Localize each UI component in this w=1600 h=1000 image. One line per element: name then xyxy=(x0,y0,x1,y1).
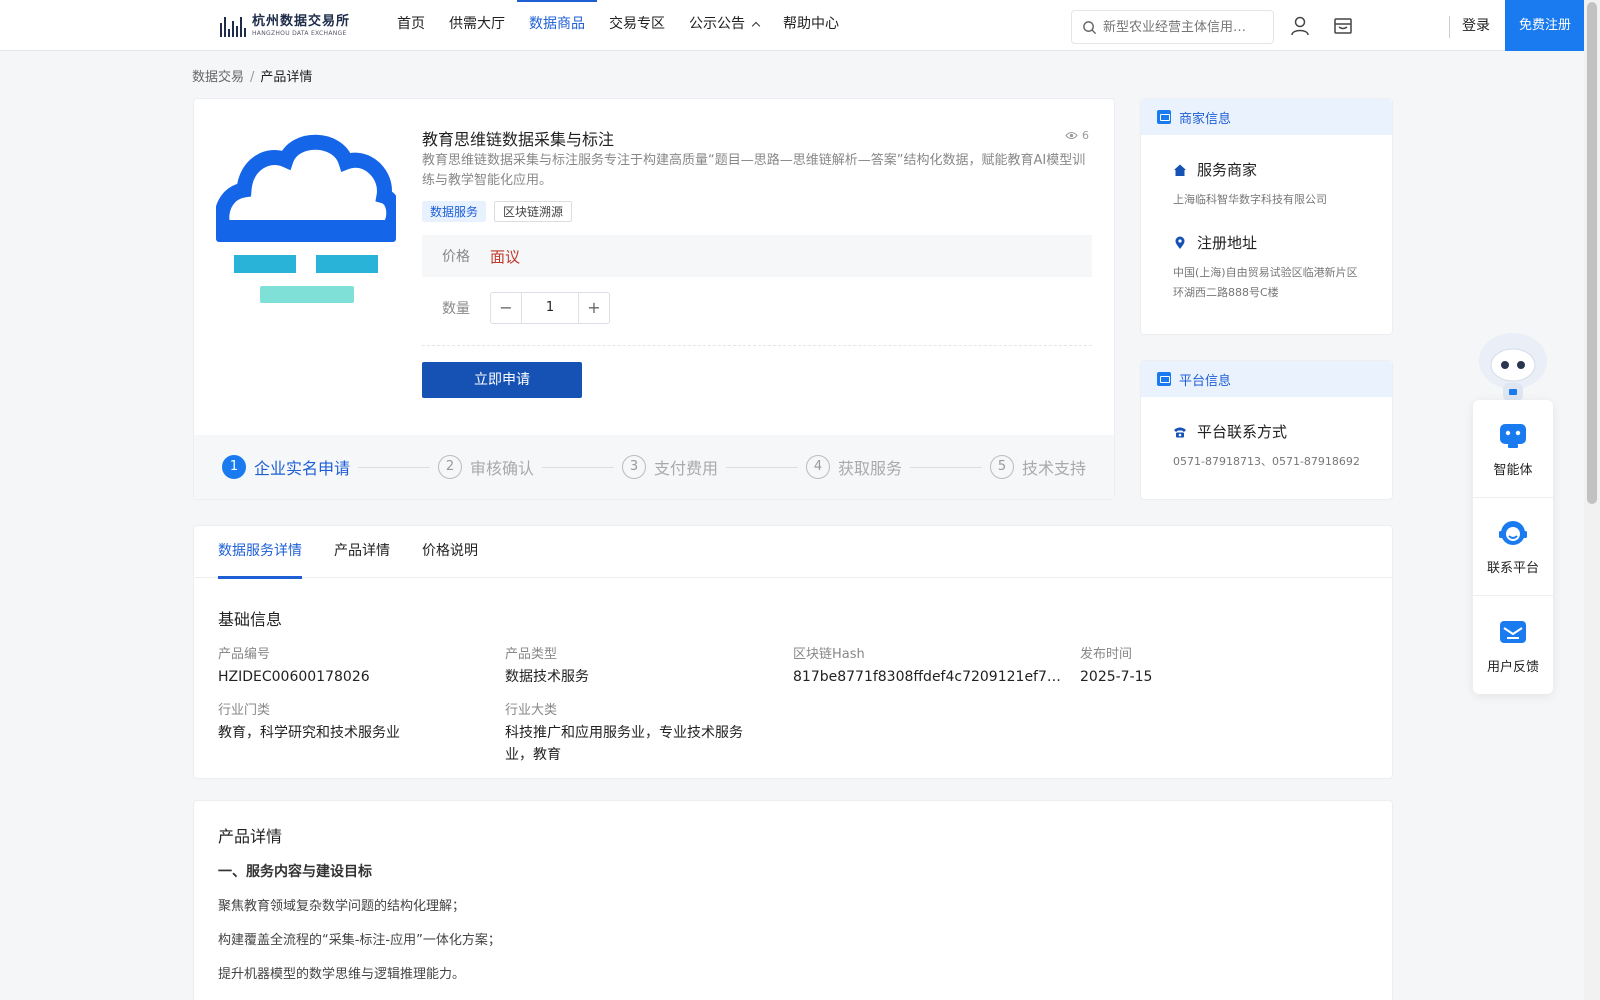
info-industry-category: 行业门类 教育，科学研究和技术服务业 xyxy=(218,703,400,741)
tag-blockchain: 区块链溯源 xyxy=(494,201,573,222)
robot-icon xyxy=(1500,424,1526,448)
product-detail-title: 产品详情 xyxy=(218,827,283,846)
tab-product-details[interactable]: 产品详情 xyxy=(334,526,390,578)
info-product-type: 产品类型 数据技术服务 xyxy=(505,647,589,685)
merchant-title: 服务商家 xyxy=(1197,161,1258,179)
address-title: 注册地址 xyxy=(1197,234,1258,252)
headset-icon xyxy=(1499,521,1527,545)
platform-header-icon xyxy=(1157,372,1171,386)
breadcrumb-parent[interactable]: 数据交易 xyxy=(192,70,244,85)
price-label: 价格 xyxy=(442,249,470,265)
platform-info-card: 平台信息 平台联系方式 0571-87918713、0571-87918692 xyxy=(1140,360,1393,500)
location-pin-icon xyxy=(1175,236,1185,249)
home-icon xyxy=(1174,164,1186,176)
step-connector xyxy=(910,466,982,468)
shop-icon[interactable] xyxy=(1332,15,1354,37)
product-tags: 数据服务 区块链溯源 xyxy=(422,201,573,222)
info-industry-class: 行业大类 科技推广和应用服务业，专业技术服务业，教育 xyxy=(505,703,743,763)
quantity-stepper[interactable]: − 1 + xyxy=(490,292,610,324)
search-icon xyxy=(1083,20,1097,34)
logo-title: 杭州数据交易所 xyxy=(252,14,351,29)
float-agent[interactable]: 智能体 xyxy=(1473,400,1553,498)
main-nav: 首页 供需大厅 数据商品 交易专区 公示公告 帮助中心 xyxy=(385,0,851,51)
step-connector xyxy=(542,466,614,468)
nav-trading-zone[interactable]: 交易专区 xyxy=(597,0,677,51)
eye-icon xyxy=(1065,132,1078,139)
price-row: 价格 面议 xyxy=(422,235,1092,277)
step-connector xyxy=(726,466,798,468)
view-count-value: 6 xyxy=(1082,129,1089,142)
feedback-mail-icon xyxy=(1500,620,1526,643)
increment-button[interactable]: + xyxy=(579,293,609,323)
logo-icon xyxy=(220,15,246,37)
step-5: 5 技术支持 xyxy=(990,455,1086,479)
detail-tabs: 数据服务详情 产品详情 价格说明 xyxy=(194,526,1392,579)
basic-info-title: 基础信息 xyxy=(218,610,283,629)
dashed-divider xyxy=(422,345,1092,346)
merchant-address: 中国(上海)自由贸易试验区临港新片区环湖西二路888号C楼 xyxy=(1173,266,1358,299)
product-description: 教育思维链数据采集与标注服务专注于构建高质量“题目—思路—思维链解析—答案”结构… xyxy=(422,153,1086,188)
product-detail-line: 构建覆盖全流程的“采集-标注-应用”一体化方案； xyxy=(218,933,501,948)
contact-title: 平台联系方式 xyxy=(1197,423,1288,441)
logo-subtitle: HANGZHOU DATA EXCHANGE xyxy=(252,30,347,37)
product-cloud-logo xyxy=(216,134,396,303)
tab-service-details[interactable]: 数据服务详情 xyxy=(218,526,302,579)
step-1: 1 企业实名申请 xyxy=(222,455,350,479)
nav-supply-demand[interactable]: 供需大厅 xyxy=(437,0,517,51)
header-divider xyxy=(1449,16,1450,38)
view-count: 6 xyxy=(1065,129,1089,142)
info-publish-date: 发布时间 2025-7-15 xyxy=(1080,647,1153,685)
breadcrumb-separator: / xyxy=(250,70,255,85)
price-value: 面议 xyxy=(490,247,521,266)
register-button[interactable]: 免费注册 xyxy=(1505,0,1585,51)
info-blockchain-hash: 区块链Hash 817be8771f8308ffdef4c7209121ef7a… xyxy=(793,647,1063,685)
product-detail-content: 产品详情 一、服务内容与建设目标 聚焦教育领域复杂数学问题的结构化理解； 构建覆… xyxy=(193,800,1393,1000)
robot-mascot-icon[interactable] xyxy=(1473,325,1553,403)
user-icon[interactable] xyxy=(1289,15,1311,37)
float-feedback[interactable]: 用户反馈 xyxy=(1473,596,1553,694)
platform-info-header: 平台信息 xyxy=(1141,361,1392,397)
page-scrollbar[interactable] xyxy=(1584,0,1600,1000)
search-input[interactable] xyxy=(1103,19,1263,35)
info-product-id: 产品编号 HZIDEC00600178026 xyxy=(218,647,370,685)
scrollbar-thumb[interactable] xyxy=(1587,2,1597,504)
platform-contact: 0571-87918713、0571-87918692 xyxy=(1173,455,1360,468)
step-connector xyxy=(358,466,430,468)
step-3: 3 支付费用 xyxy=(622,455,718,479)
product-detail-subtitle: 一、服务内容与建设目标 xyxy=(218,864,372,880)
apply-now-button[interactable]: 立即申请 xyxy=(422,362,582,398)
decrement-button[interactable]: − xyxy=(491,293,521,323)
step-2: 2 审核确认 xyxy=(438,455,534,479)
chevron-up-icon xyxy=(751,21,761,31)
tag-data-service: 数据服务 xyxy=(422,201,487,222)
nav-home[interactable]: 首页 xyxy=(385,0,437,51)
detail-card: 数据服务详情 产品详情 价格说明 基础信息 产品编号 HZIDEC0060017… xyxy=(193,525,1393,779)
merchant-info-header: 商家信息 xyxy=(1141,99,1392,135)
merchant-name[interactable]: 上海临科智华数字科技有限公司 xyxy=(1173,190,1360,210)
nav-announcements[interactable]: 公示公告 xyxy=(677,0,771,51)
product-detail-line: 聚焦教育领域复杂数学问题的结构化理解； xyxy=(218,899,466,914)
product-card: 教育思维链数据采集与标注 6 教育思维链数据采集与标注服务专注于构建高质量“题目… xyxy=(193,98,1115,500)
tab-pricing[interactable]: 价格说明 xyxy=(422,526,478,578)
top-header: 杭州数据交易所 HANGZHOU DATA EXCHANGE 首页 供需大厅 数… xyxy=(0,0,1585,51)
login-link[interactable]: 登录 xyxy=(1462,15,1490,35)
phone-icon xyxy=(1174,427,1186,437)
search-box[interactable] xyxy=(1071,10,1274,44)
quantity-value[interactable]: 1 xyxy=(521,293,579,323)
product-title: 教育思维链数据采集与标注 xyxy=(422,130,615,149)
floating-panel: 智能体 联系平台 用户反馈 xyxy=(1473,400,1553,694)
breadcrumb: 数据交易 / 产品详情 xyxy=(192,66,312,85)
process-steps: 1 企业实名申请 2 审核确认 3 支付费用 4 获取服务 5 技术支持 xyxy=(194,435,1114,499)
breadcrumb-current: 产品详情 xyxy=(260,70,313,85)
step-4: 4 获取服务 xyxy=(806,455,902,479)
quantity-label: 数量 xyxy=(442,301,470,317)
quantity-row: 数量 − 1 + xyxy=(442,292,610,324)
float-contact[interactable]: 联系平台 xyxy=(1473,498,1553,596)
merchant-header-icon xyxy=(1157,110,1171,124)
nav-help[interactable]: 帮助中心 xyxy=(771,0,851,51)
merchant-info-card: 商家信息 服务商家 上海临科智华数字科技有限公司 注册地址 中国(上海)自由贸易… xyxy=(1140,98,1393,335)
product-detail-line: 提升机器模型的数学思维与逻辑推理能力。 xyxy=(218,967,466,982)
nav-data-products[interactable]: 数据商品 xyxy=(517,0,597,51)
logo[interactable]: 杭州数据交易所 HANGZHOU DATA EXCHANGE xyxy=(220,12,360,40)
